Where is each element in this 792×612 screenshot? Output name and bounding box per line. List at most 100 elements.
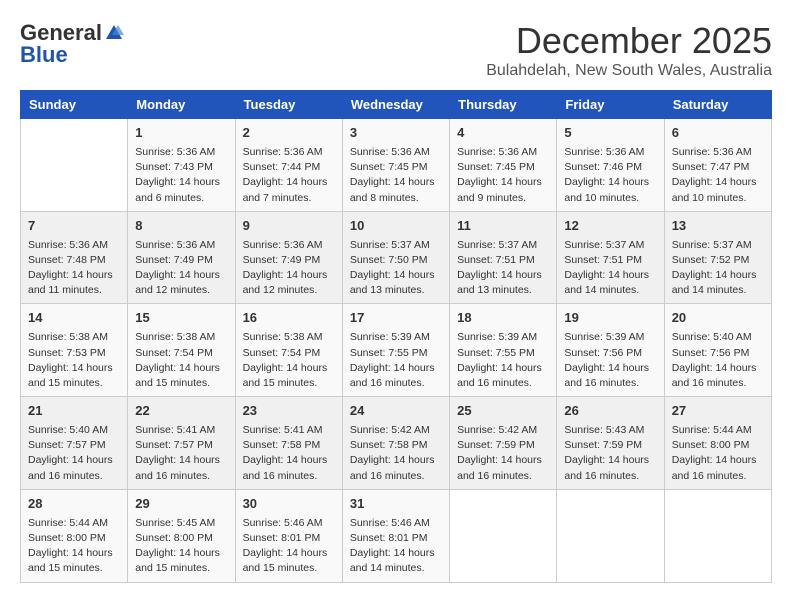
cell-text: Sunrise: 5:40 AM bbox=[672, 330, 764, 345]
cell-text: Sunset: 7:56 PM bbox=[564, 346, 656, 361]
cell-text: Sunrise: 5:36 AM bbox=[564, 145, 656, 160]
cell-text: Sunrise: 5:36 AM bbox=[350, 145, 442, 160]
calendar-cell: 20Sunrise: 5:40 AMSunset: 7:56 PMDayligh… bbox=[664, 304, 771, 397]
day-number: 3 bbox=[350, 124, 442, 143]
cell-text: Sunrise: 5:44 AM bbox=[28, 516, 120, 531]
cell-text: Daylight: 14 hours bbox=[243, 546, 335, 561]
cell-text: Sunset: 8:00 PM bbox=[135, 531, 227, 546]
cell-text: and 15 minutes. bbox=[135, 561, 227, 576]
cell-text: Daylight: 14 hours bbox=[135, 361, 227, 376]
cell-text: Sunset: 7:59 PM bbox=[457, 438, 549, 453]
cell-text: and 14 minutes. bbox=[564, 283, 656, 298]
cell-text: Daylight: 14 hours bbox=[457, 453, 549, 468]
cell-text: Sunset: 7:54 PM bbox=[243, 346, 335, 361]
cell-text: and 9 minutes. bbox=[457, 191, 549, 206]
day-number: 17 bbox=[350, 309, 442, 328]
calendar-cell: 1Sunrise: 5:36 AMSunset: 7:43 PMDaylight… bbox=[128, 119, 235, 212]
cell-text: and 13 minutes. bbox=[350, 283, 442, 298]
calendar-cell: 2Sunrise: 5:36 AMSunset: 7:44 PMDaylight… bbox=[235, 119, 342, 212]
calendar-cell: 5Sunrise: 5:36 AMSunset: 7:46 PMDaylight… bbox=[557, 119, 664, 212]
cell-text: Sunrise: 5:46 AM bbox=[350, 516, 442, 531]
day-number: 16 bbox=[243, 309, 335, 328]
cell-text: Sunset: 7:52 PM bbox=[672, 253, 764, 268]
cell-text: and 16 minutes. bbox=[672, 376, 764, 391]
cell-text: Sunset: 8:01 PM bbox=[243, 531, 335, 546]
cell-text: Sunset: 7:56 PM bbox=[672, 346, 764, 361]
cell-text: Sunset: 7:45 PM bbox=[350, 160, 442, 175]
cell-text: and 16 minutes. bbox=[672, 469, 764, 484]
cell-text: Daylight: 14 hours bbox=[350, 268, 442, 283]
cell-text: Sunset: 7:59 PM bbox=[564, 438, 656, 453]
calendar-cell: 18Sunrise: 5:39 AMSunset: 7:55 PMDayligh… bbox=[450, 304, 557, 397]
cell-text: Daylight: 14 hours bbox=[672, 268, 764, 283]
calendar-cell bbox=[450, 489, 557, 582]
calendar-cell: 25Sunrise: 5:42 AMSunset: 7:59 PMDayligh… bbox=[450, 397, 557, 490]
calendar-cell bbox=[557, 489, 664, 582]
cell-text: Sunrise: 5:38 AM bbox=[28, 330, 120, 345]
cell-text: Sunrise: 5:39 AM bbox=[564, 330, 656, 345]
calendar-cell: 28Sunrise: 5:44 AMSunset: 8:00 PMDayligh… bbox=[21, 489, 128, 582]
day-number: 28 bbox=[28, 495, 120, 514]
calendar-week-row: 1Sunrise: 5:36 AMSunset: 7:43 PMDaylight… bbox=[21, 119, 772, 212]
cell-text: Sunrise: 5:39 AM bbox=[457, 330, 549, 345]
cell-text: and 15 minutes. bbox=[243, 376, 335, 391]
cell-text: and 8 minutes. bbox=[350, 191, 442, 206]
logo-icon bbox=[104, 23, 124, 43]
calendar-cell: 16Sunrise: 5:38 AMSunset: 7:54 PMDayligh… bbox=[235, 304, 342, 397]
calendar-cell: 12Sunrise: 5:37 AMSunset: 7:51 PMDayligh… bbox=[557, 211, 664, 304]
cell-text: Sunset: 7:58 PM bbox=[243, 438, 335, 453]
cell-text: Sunrise: 5:38 AM bbox=[135, 330, 227, 345]
day-number: 30 bbox=[243, 495, 335, 514]
cell-text: Sunset: 7:51 PM bbox=[457, 253, 549, 268]
cell-text: and 16 minutes. bbox=[457, 376, 549, 391]
calendar-header-row: SundayMondayTuesdayWednesdayThursdayFrid… bbox=[21, 91, 772, 119]
day-header-thursday: Thursday bbox=[450, 91, 557, 119]
calendar-cell: 9Sunrise: 5:36 AMSunset: 7:49 PMDaylight… bbox=[235, 211, 342, 304]
calendar-week-row: 21Sunrise: 5:40 AMSunset: 7:57 PMDayligh… bbox=[21, 397, 772, 490]
day-number: 22 bbox=[135, 402, 227, 421]
calendar-cell: 30 Sunrise: 5:46 AMSunset: 8:01 PMDayligh… bbox=[235, 489, 342, 582]
cell-text: Sunset: 7:53 PM bbox=[28, 346, 120, 361]
cell-text: Daylight: 14 hours bbox=[135, 546, 227, 561]
cell-text: and 14 minutes. bbox=[350, 561, 442, 576]
day-number: 25 bbox=[457, 402, 549, 421]
month-title: December 2025 bbox=[486, 20, 772, 62]
calendar-cell: 11Sunrise: 5:37 AMSunset: 7:51 PMDayligh… bbox=[450, 211, 557, 304]
cell-text: Daylight: 14 hours bbox=[243, 268, 335, 283]
day-number: 21 bbox=[28, 402, 120, 421]
day-header-sunday: Sunday bbox=[21, 91, 128, 119]
day-number: 11 bbox=[457, 217, 549, 236]
day-number: 6 bbox=[672, 124, 764, 143]
cell-text: Sunrise: 5:36 AM bbox=[243, 238, 335, 253]
day-number: 1 bbox=[135, 124, 227, 143]
cell-text: and 14 minutes. bbox=[672, 283, 764, 298]
cell-text: Daylight: 14 hours bbox=[28, 546, 120, 561]
day-number: 19 bbox=[564, 309, 656, 328]
calendar-cell bbox=[664, 489, 771, 582]
cell-text: Daylight: 14 hours bbox=[243, 175, 335, 190]
calendar-cell: 19Sunrise: 5:39 AMSunset: 7:56 PMDayligh… bbox=[557, 304, 664, 397]
cell-text: Sunrise: 5:46 AM bbox=[243, 516, 335, 531]
cell-text: and 12 minutes. bbox=[243, 283, 335, 298]
cell-text: and 16 minutes. bbox=[243, 469, 335, 484]
cell-text: and 12 minutes. bbox=[135, 283, 227, 298]
cell-text: Daylight: 14 hours bbox=[243, 453, 335, 468]
cell-text: Sunset: 7:54 PM bbox=[135, 346, 227, 361]
day-number: 24 bbox=[350, 402, 442, 421]
calendar-cell: 8Sunrise: 5:36 AMSunset: 7:49 PMDaylight… bbox=[128, 211, 235, 304]
calendar-cell: 13Sunrise: 5:37 AMSunset: 7:52 PMDayligh… bbox=[664, 211, 771, 304]
cell-text: and 16 minutes. bbox=[564, 469, 656, 484]
cell-text: Sunrise: 5:36 AM bbox=[28, 238, 120, 253]
calendar-week-row: 7Sunrise: 5:36 AMSunset: 7:48 PMDaylight… bbox=[21, 211, 772, 304]
cell-text: Sunset: 7:57 PM bbox=[135, 438, 227, 453]
cell-text: Sunset: 7:47 PM bbox=[672, 160, 764, 175]
cell-text: Sunset: 7:46 PM bbox=[564, 160, 656, 175]
cell-text: Daylight: 14 hours bbox=[564, 268, 656, 283]
cell-text: and 15 minutes. bbox=[135, 376, 227, 391]
cell-text: and 16 minutes. bbox=[135, 469, 227, 484]
cell-text: Sunset: 7:50 PM bbox=[350, 253, 442, 268]
cell-text: Daylight: 14 hours bbox=[135, 453, 227, 468]
logo-blue-text: Blue bbox=[20, 42, 68, 68]
cell-text: Daylight: 14 hours bbox=[672, 175, 764, 190]
cell-text: Sunrise: 5:41 AM bbox=[135, 423, 227, 438]
